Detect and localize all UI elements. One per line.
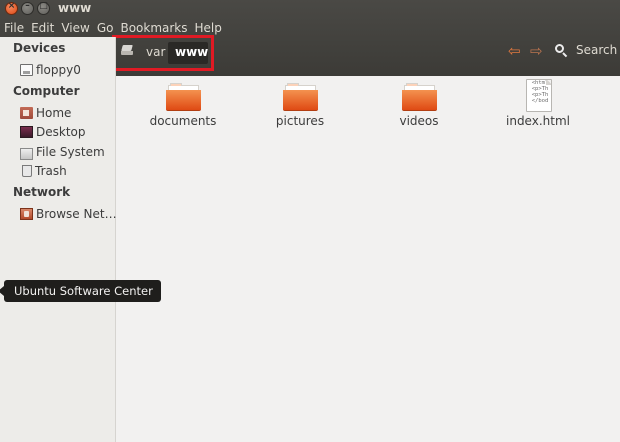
sidebar-item-floppy0[interactable]: floppy0 (20, 61, 81, 79)
maximize-window-button[interactable]: □ (37, 1, 50, 15)
network-icon (20, 208, 33, 220)
back-arrow-icon[interactable]: ⇦ (508, 42, 521, 60)
sidebar-item-label: floppy0 (36, 63, 81, 77)
tooltip-arrow (0, 286, 4, 296)
sidebar-item-label: Trash (35, 164, 67, 178)
forward-arrow-icon[interactable]: ⇨ (530, 42, 543, 60)
filesystem-icon (20, 147, 33, 160)
sidebar-section-devices: Devices (13, 41, 66, 55)
file-name: videos (399, 114, 439, 128)
sidebar-section-computer: Computer (13, 84, 80, 98)
html-document-icon: <html <p>Th <p>Th </bod (526, 79, 552, 112)
sidebar-item-file-system[interactable]: File System (20, 143, 105, 161)
minimize-window-button[interactable]: – (21, 1, 34, 15)
sidebar-item-label: Desktop (36, 125, 86, 139)
tooltip-text: Ubuntu Software Center (14, 284, 153, 298)
launcher-tooltip: Ubuntu Software Center (0, 280, 161, 302)
sidebar-item-trash[interactable]: Trash (20, 162, 67, 180)
file-name: pictures (275, 114, 325, 128)
folder-icon (166, 83, 201, 111)
minimize-icon: – (25, 1, 30, 11)
sidebar-section-network: Network (13, 185, 71, 199)
sidebar-item-label: Home (36, 106, 72, 120)
window-title: www (58, 1, 92, 15)
annotation-highlight-box (112, 35, 214, 71)
sidebar-item-home[interactable]: Home (20, 104, 71, 122)
home-folder-icon (20, 107, 33, 119)
file-view: documents pictures videos <html <p>Th <p… (117, 76, 620, 442)
search-button[interactable]: Search (555, 43, 617, 57)
close-window-button[interactable]: × (5, 1, 18, 15)
menu-view[interactable]: View (58, 19, 92, 37)
desktop-icon (20, 126, 33, 138)
folder-icon (283, 83, 318, 111)
sidebar-item-label: Browse Net… (36, 207, 117, 221)
sidebar-item-browse-network[interactable]: Browse Net… (20, 205, 117, 223)
close-icon: × (7, 1, 16, 11)
sidebar-item-label: File System (36, 145, 105, 159)
sidebar-item-desktop[interactable]: Desktop (20, 123, 86, 141)
maximize-icon: □ (39, 1, 48, 11)
search-label: Search (576, 43, 618, 57)
trash-icon (22, 165, 32, 177)
floppy-icon (20, 64, 33, 76)
title-bar: × – □ www (0, 0, 620, 18)
file-name: index.html (506, 114, 570, 128)
menu-file[interactable]: File (0, 19, 27, 37)
folder-icon (402, 83, 437, 111)
search-icon (555, 43, 568, 57)
menu-edit[interactable]: Edit (28, 19, 57, 37)
file-name: documents (149, 114, 217, 128)
